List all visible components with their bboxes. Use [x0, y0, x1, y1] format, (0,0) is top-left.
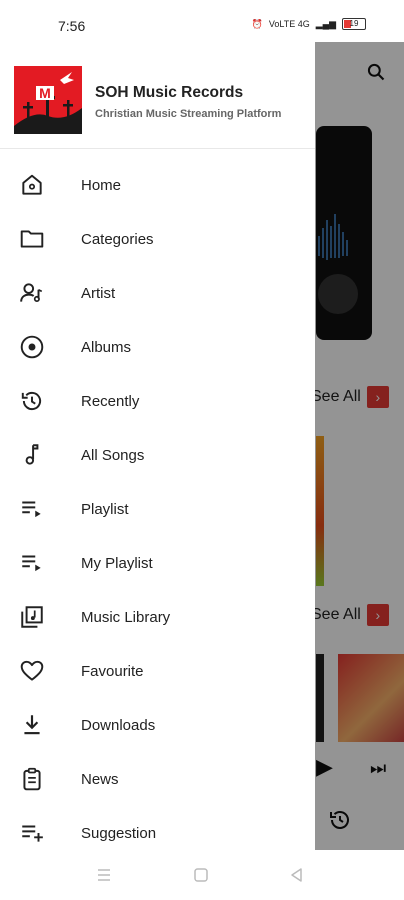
- drawer-item-my-playlist[interactable]: My Playlist: [0, 536, 315, 590]
- drawer-header: M SOH Music Records Christian Music Stre…: [0, 42, 315, 149]
- drawer-item-label: Recently: [81, 392, 140, 410]
- drawer-item-music-library[interactable]: Music Library: [0, 590, 315, 644]
- app-title: SOH Music Records: [95, 84, 244, 101]
- suggestion-icon: [18, 819, 46, 847]
- news-icon: [18, 765, 46, 793]
- album-icon: [18, 333, 46, 361]
- music-note-icon: [18, 441, 46, 469]
- signal-icon: ▂▄▆: [315, 18, 336, 29]
- drawer-item-downloads[interactable]: Downloads: [0, 698, 315, 752]
- status-icons: ⏰ VoLTE 4G ▂▄▆ 19: [252, 18, 366, 30]
- drawer-item-artist[interactable]: Artist: [0, 266, 315, 320]
- drawer-item-suggestion[interactable]: Suggestion: [0, 806, 315, 850]
- network-label: VoLTE 4G: [268, 19, 310, 29]
- drawer-item-label: Albums: [81, 338, 132, 356]
- system-nav-bar: [0, 850, 404, 900]
- artist-icon: [18, 279, 46, 307]
- svg-text:M: M: [39, 85, 51, 101]
- drawer-item-label: My Playlist: [81, 554, 153, 572]
- drawer-item-playlist[interactable]: Playlist: [0, 482, 315, 536]
- drawer-item-recently[interactable]: Recently: [0, 374, 315, 428]
- drawer-item-label: Artist: [81, 284, 116, 302]
- drawer-item-albums[interactable]: Albums: [0, 320, 315, 374]
- playlist-icon: [18, 495, 46, 523]
- drawer-item-label: Categories: [81, 230, 154, 248]
- drawer-item-label: Downloads: [81, 716, 156, 734]
- drawer-item-label: Home: [81, 176, 122, 194]
- drawer-item-favourite[interactable]: Favourite: [0, 644, 315, 698]
- menu-icon[interactable]: [95, 866, 113, 884]
- folder-icon: [18, 225, 46, 253]
- back-icon[interactable]: [288, 866, 306, 884]
- battery-icon: 19: [342, 18, 366, 30]
- drawer-item-label: Suggestion: [81, 824, 157, 842]
- home-button-icon[interactable]: [192, 866, 210, 884]
- status-time: 7:56: [58, 18, 86, 34]
- battery-level: 19: [349, 19, 359, 28]
- history-icon: [18, 387, 46, 415]
- drawer-item-home[interactable]: Home: [0, 158, 315, 212]
- drawer-item-categories[interactable]: Categories: [0, 212, 315, 266]
- drawer-item-news[interactable]: News: [0, 752, 315, 806]
- app-logo: M: [14, 66, 82, 134]
- drawer-item-label: Music Library: [81, 608, 171, 626]
- drawer-item-label: Favourite: [81, 662, 144, 680]
- app-subtitle: Christian Music Streaming Platform: [95, 108, 282, 120]
- alarm-icon: ⏰: [251, 18, 263, 29]
- heart-icon: [18, 657, 46, 685]
- drawer-item-label: News: [81, 770, 119, 788]
- home-icon: [18, 171, 46, 199]
- music-library-icon: [18, 603, 46, 631]
- drawer-item-label: All Songs: [81, 446, 145, 464]
- status-bar: 7:56 ⏰ VoLTE 4G ▂▄▆ 19: [0, 0, 404, 42]
- drawer-item-all-songs[interactable]: All Songs: [0, 428, 315, 482]
- my-playlist-icon: [18, 549, 46, 577]
- download-icon: [18, 711, 46, 739]
- navigation-drawer: M SOH Music Records Christian Music Stre…: [0, 42, 315, 850]
- drawer-item-label: Playlist: [81, 500, 129, 518]
